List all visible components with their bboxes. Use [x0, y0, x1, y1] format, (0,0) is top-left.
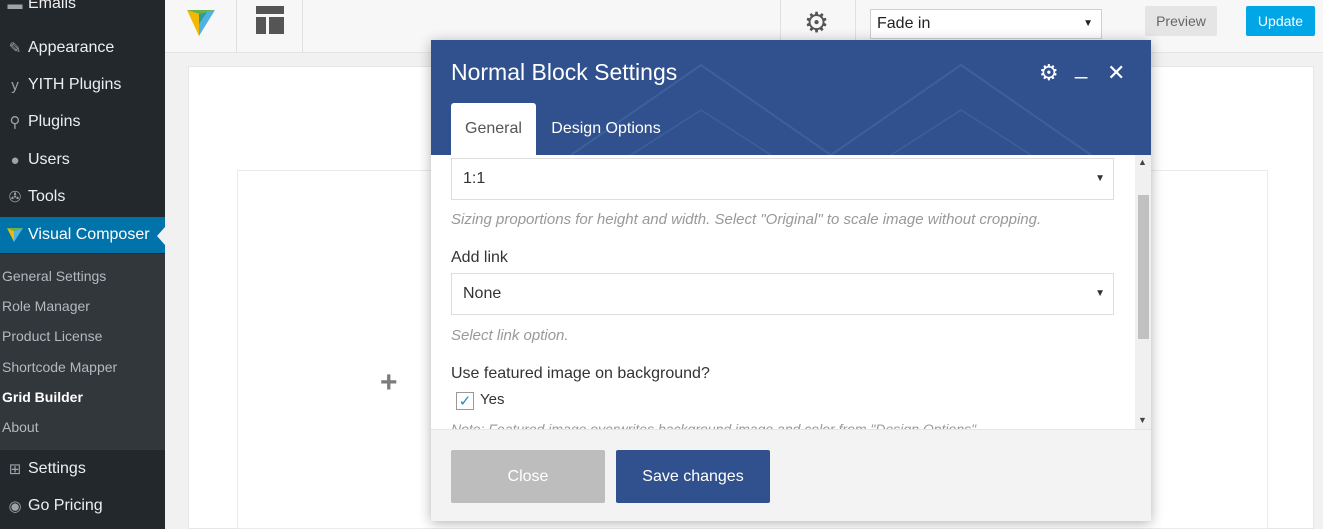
gear-icon[interactable]: ⚙: [1039, 60, 1059, 86]
update-button[interactable]: Update: [1246, 6, 1315, 36]
gear-icon: ⚙: [804, 7, 830, 38]
checkmark-icon: ✓: [458, 393, 472, 410]
submenu-item-product-license[interactable]: Product License: [2, 328, 102, 344]
animation-select[interactable]: Fade in ▼: [870, 9, 1102, 39]
scroll-down-icon[interactable]: ▼: [1138, 415, 1147, 425]
user-icon: ●: [10, 151, 20, 169]
visual-composer-submenu: General Settings Role Manager Product Li…: [0, 254, 165, 450]
plugin-icon: ⚲: [9, 114, 21, 131]
sidebar-item-plugins[interactable]: ⚲ Plugins: [0, 104, 165, 140]
email-icon: ▬: [7, 0, 23, 13]
featured-image-checkbox[interactable]: ✓: [456, 392, 474, 410]
go-pricing-icon: ◉: [8, 498, 22, 515]
sidebar-item-visual-composer[interactable]: Visual Composer: [0, 217, 165, 253]
save-changes-button[interactable]: Save changes: [616, 450, 770, 503]
modal-header: Normal Block Settings ⚙ _ ✕ General Desi…: [431, 40, 1151, 155]
featured-image-label: Use featured image on background?: [451, 365, 710, 382]
modal-body: 1:1 ▼ Sizing proportions for height and …: [431, 155, 1135, 429]
ratio-help-text: Sizing proportions for height and width.…: [451, 211, 1042, 228]
ratio-select[interactable]: 1:1 ▼: [451, 158, 1114, 200]
layout-button[interactable]: [237, 0, 303, 53]
vc-logo-icon: [187, 10, 215, 36]
dropdown-arrow-icon: ▼: [1095, 173, 1105, 184]
link-help-text: Select link option.: [451, 327, 569, 344]
sidebar-item-yith-plugins[interactable]: y YITH Plugins: [0, 67, 165, 103]
settings-modal: Normal Block Settings ⚙ _ ✕ General Desi…: [431, 40, 1151, 521]
submenu-item-grid-builder[interactable]: Grid Builder: [2, 389, 83, 405]
active-indicator: [157, 227, 165, 245]
submenu-item-shortcode-mapper[interactable]: Shortcode Mapper: [2, 359, 117, 375]
dropdown-arrow-icon: ▼: [1083, 18, 1093, 29]
vc-logo-button[interactable]: [165, 0, 237, 53]
link-select[interactable]: None ▼: [451, 273, 1114, 315]
submenu-item-role-manager[interactable]: Role Manager: [2, 298, 90, 314]
featured-image-note: Note: Featured image overwrites backgrou…: [451, 421, 980, 429]
minimize-icon[interactable]: _: [1075, 54, 1087, 80]
featured-image-option-label: Yes: [480, 391, 505, 408]
sidebar-item-go-pricing[interactable]: ◉ Go Pricing: [0, 488, 165, 524]
modal-footer: Close Save changes: [431, 429, 1151, 521]
submenu-item-general-settings[interactable]: General Settings: [2, 268, 106, 284]
add-element-icon[interactable]: +: [380, 366, 398, 400]
close-icon[interactable]: ✕: [1107, 60, 1125, 86]
scroll-thumb[interactable]: [1138, 195, 1149, 339]
yith-icon: y: [11, 76, 19, 94]
tab-general[interactable]: General: [451, 103, 536, 155]
wrench-icon: ✇: [8, 189, 22, 206]
close-button[interactable]: Close: [451, 450, 605, 503]
modal-title: Normal Block Settings: [451, 59, 678, 85]
admin-sidebar: ▬ Emails ✎ Appearance y YITH Plugins ⚲ P…: [0, 0, 165, 529]
sidebar-item-emails[interactable]: ▬ Emails: [0, 0, 165, 22]
add-link-label: Add link: [451, 249, 508, 266]
tab-design-options[interactable]: Design Options: [536, 103, 676, 155]
settings-icon: ⊞: [8, 461, 22, 478]
preview-button[interactable]: Preview: [1145, 6, 1217, 36]
dropdown-arrow-icon: ▼: [1095, 288, 1105, 299]
paintbrush-icon: ✎: [8, 40, 22, 57]
submenu-item-about[interactable]: About: [2, 419, 39, 435]
vc-logo-icon: [0, 228, 28, 242]
sidebar-item-users[interactable]: ● Users: [0, 142, 165, 178]
sidebar-item-appearance[interactable]: ✎ Appearance: [0, 30, 165, 66]
sidebar-item-settings[interactable]: ⊞ Settings: [0, 451, 165, 487]
layout-icon: [256, 6, 284, 34]
scroll-up-icon[interactable]: ▲: [1138, 157, 1147, 167]
modal-scrollbar[interactable]: ▲ ▼: [1135, 155, 1151, 429]
sidebar-item-tools[interactable]: ✇ Tools: [0, 179, 165, 215]
